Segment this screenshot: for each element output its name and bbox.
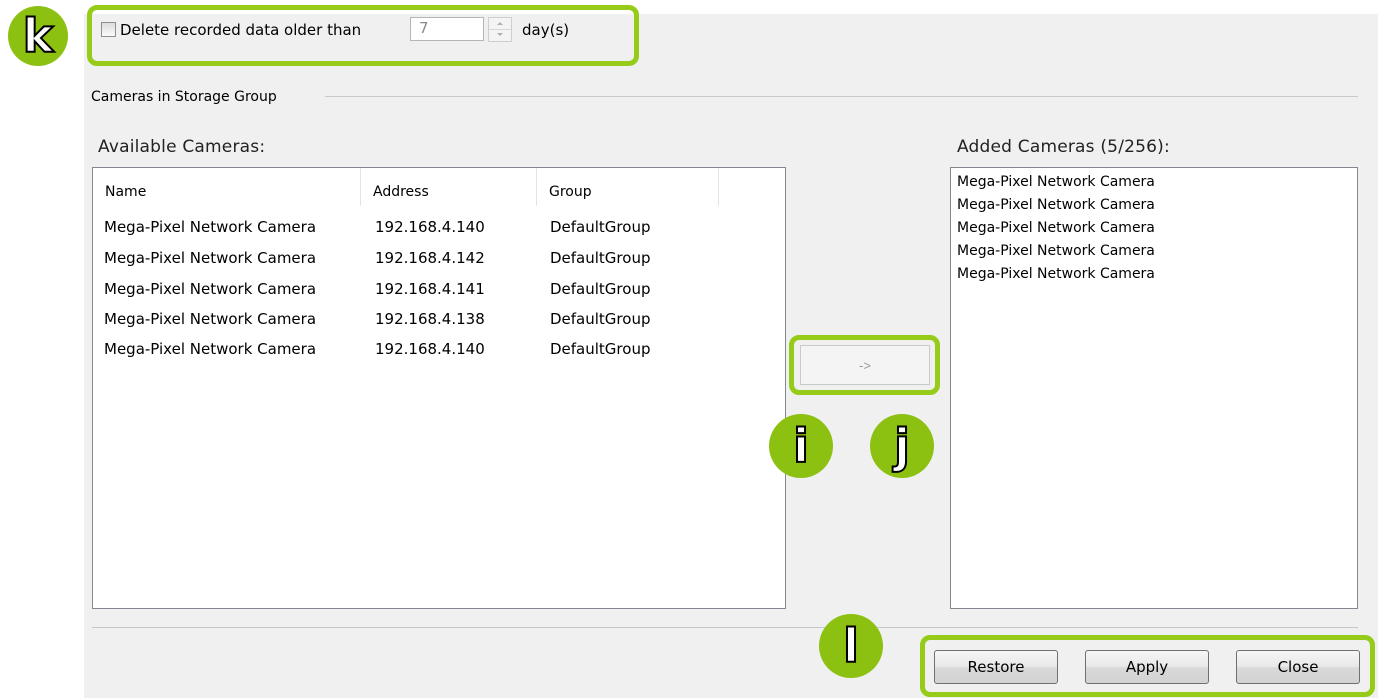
list-item[interactable]: Mega-Pixel Network Camera [957, 220, 1155, 236]
list-item[interactable]: Mega-Pixel Network Camera [957, 197, 1155, 213]
available-cameras-list[interactable]: Name Address Group Mega-Pixel Network Ca… [92, 167, 786, 609]
table-row[interactable]: Mega-Pixel Network Camera 192.168.4.141 … [93, 277, 785, 307]
annotation-letter: i [792, 419, 810, 473]
bottom-divider [92, 627, 1358, 628]
storage-group-title: Cameras in Storage Group [91, 89, 277, 105]
annotation-letter: j [893, 419, 911, 473]
camera-group: DefaultGroup [550, 249, 651, 267]
added-cameras-label: Added Cameras (5/256): [957, 137, 1170, 157]
camera-group: DefaultGroup [550, 280, 651, 298]
highlight-move-button [789, 335, 940, 395]
camera-name: Mega-Pixel Network Camera [104, 280, 317, 298]
camera-address: 192.168.4.140 [375, 218, 485, 236]
highlight-retention-row [87, 5, 639, 66]
camera-address: 192.168.4.138 [375, 310, 485, 328]
camera-address: 192.168.4.141 [375, 280, 485, 298]
highlight-action-buttons [920, 635, 1375, 697]
annotation-letter: l [842, 619, 860, 673]
available-cameras-label: Available Cameras: [98, 137, 266, 157]
table-row[interactable]: Mega-Pixel Network Camera 192.168.4.140 … [93, 215, 785, 245]
list-item[interactable]: Mega-Pixel Network Camera [957, 266, 1155, 282]
camera-name: Mega-Pixel Network Camera [104, 218, 317, 236]
annotation-badge-j: j [870, 414, 934, 478]
group-divider [325, 96, 1358, 97]
annotation-badge-i: i [769, 414, 833, 478]
camera-name: Mega-Pixel Network Camera [104, 340, 317, 358]
list-header: Name Address Group [93, 168, 785, 206]
camera-address: 192.168.4.140 [375, 340, 485, 358]
column-header-filler [719, 168, 785, 206]
table-row[interactable]: Mega-Pixel Network Camera 192.168.4.140 … [93, 337, 785, 367]
camera-group: DefaultGroup [550, 218, 651, 236]
column-header-address[interactable]: Address [361, 168, 537, 206]
list-item[interactable]: Mega-Pixel Network Camera [957, 243, 1155, 259]
annotation-badge-k: k [8, 6, 68, 66]
camera-name: Mega-Pixel Network Camera [104, 249, 317, 267]
camera-group: DefaultGroup [550, 340, 651, 358]
table-row[interactable]: Mega-Pixel Network Camera 192.168.4.142 … [93, 246, 785, 276]
camera-group: DefaultGroup [550, 310, 651, 328]
annotation-letter: k [22, 9, 55, 63]
camera-name: Mega-Pixel Network Camera [104, 310, 317, 328]
added-cameras-list[interactable]: Mega-Pixel Network Camera Mega-Pixel Net… [950, 167, 1358, 609]
column-header-group[interactable]: Group [537, 168, 719, 206]
list-item[interactable]: Mega-Pixel Network Camera [957, 174, 1155, 190]
camera-address: 192.168.4.142 [375, 249, 485, 267]
annotation-badge-l: l [819, 614, 883, 678]
column-header-name[interactable]: Name [93, 168, 361, 206]
table-row[interactable]: Mega-Pixel Network Camera 192.168.4.138 … [93, 307, 785, 337]
